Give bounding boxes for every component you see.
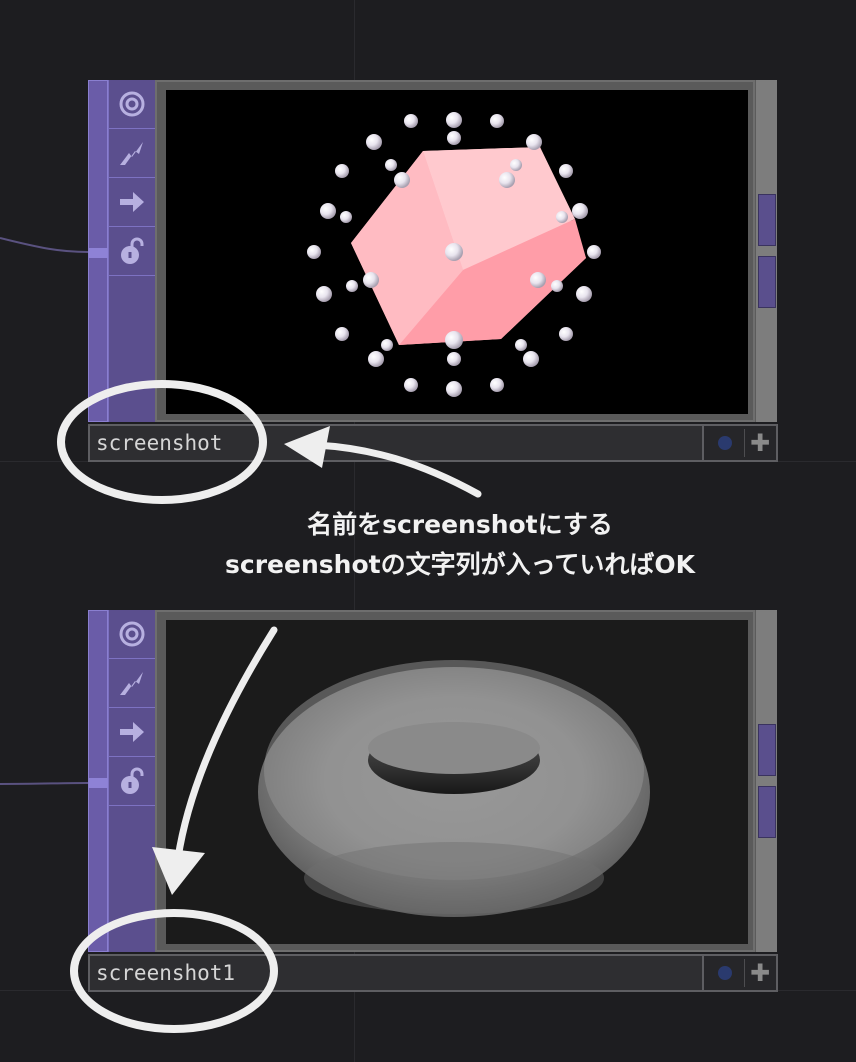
input-wire: [0, 782, 89, 785]
viewer-icon: [119, 91, 145, 117]
torus-render: [258, 660, 650, 917]
node-input-strip[interactable]: [88, 80, 109, 422]
viewer-toggle-button[interactable]: [109, 80, 155, 129]
node-viewer[interactable]: [166, 620, 748, 944]
export-button[interactable]: [109, 708, 155, 757]
viewer-toggle-button[interactable]: [109, 610, 155, 659]
node-input-strip[interactable]: [88, 610, 109, 952]
bottom-node[interactable]: screenshot1 ✚: [88, 610, 778, 994]
input-wire: [0, 237, 89, 253]
output-connector[interactable]: [758, 256, 776, 308]
node-expand-button[interactable]: ✚: [744, 429, 775, 457]
dot-icon: [718, 436, 732, 450]
node-name-field[interactable]: screenshot: [90, 426, 704, 460]
node-name-field[interactable]: screenshot1: [90, 956, 704, 990]
node-name-bar: screenshot ✚: [88, 424, 778, 462]
output-connector[interactable]: [758, 194, 776, 246]
viewer-icon: [119, 621, 145, 647]
annotation-text: 名前をscreenshotにする screenshotの文字列が入っていればOK: [150, 505, 770, 585]
unlock-icon: [121, 767, 144, 794]
top-node[interactable]: screenshot ✚: [88, 80, 778, 464]
input-connector[interactable]: [89, 778, 109, 788]
cube-render: [307, 112, 601, 397]
plus-icon: ✚: [749, 429, 771, 457]
export-button[interactable]: [109, 178, 155, 227]
annotation-line: 名前をscreenshotにする: [307, 510, 613, 539]
unlock-icon: [121, 237, 144, 264]
dot-icon: [718, 966, 732, 980]
node-right-rail: [755, 80, 777, 422]
plus-icon: ✚: [749, 959, 771, 987]
node-right-rail: [755, 610, 777, 952]
input-connector[interactable]: [89, 248, 109, 258]
cook-button[interactable]: [109, 659, 155, 708]
lock-button[interactable]: [109, 227, 155, 276]
node-flag-button[interactable]: [710, 959, 740, 987]
annotation-line: screenshotの文字列が入っていればOK: [225, 550, 695, 579]
viewer-frame: [155, 610, 755, 952]
export-icon: [120, 722, 144, 742]
lock-button[interactable]: [109, 757, 155, 806]
node-name-bar: screenshot1 ✚: [88, 954, 778, 992]
cook-icon: [120, 672, 143, 695]
viewer-frame: [155, 80, 755, 422]
node-toolbar: [108, 80, 155, 422]
output-connector[interactable]: [758, 786, 776, 838]
cook-icon: [120, 142, 143, 165]
node-toolbar: [108, 610, 155, 952]
node-viewer[interactable]: [166, 90, 748, 414]
export-icon: [120, 192, 144, 212]
node-expand-button[interactable]: ✚: [744, 959, 775, 987]
output-connector[interactable]: [758, 724, 776, 776]
node-flag-button[interactable]: [710, 429, 740, 457]
cook-button[interactable]: [109, 129, 155, 178]
